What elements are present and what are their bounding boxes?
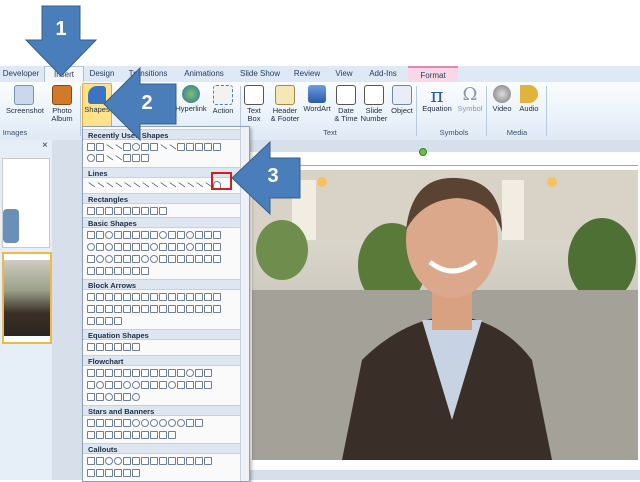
- step-2-number: 2: [141, 92, 153, 114]
- step-1-arrow: [24, 5, 98, 77]
- step-1-number: 1: [55, 18, 67, 40]
- step-arrows-overlay: [24, 5, 301, 216]
- step-3-number: 3: [267, 165, 279, 187]
